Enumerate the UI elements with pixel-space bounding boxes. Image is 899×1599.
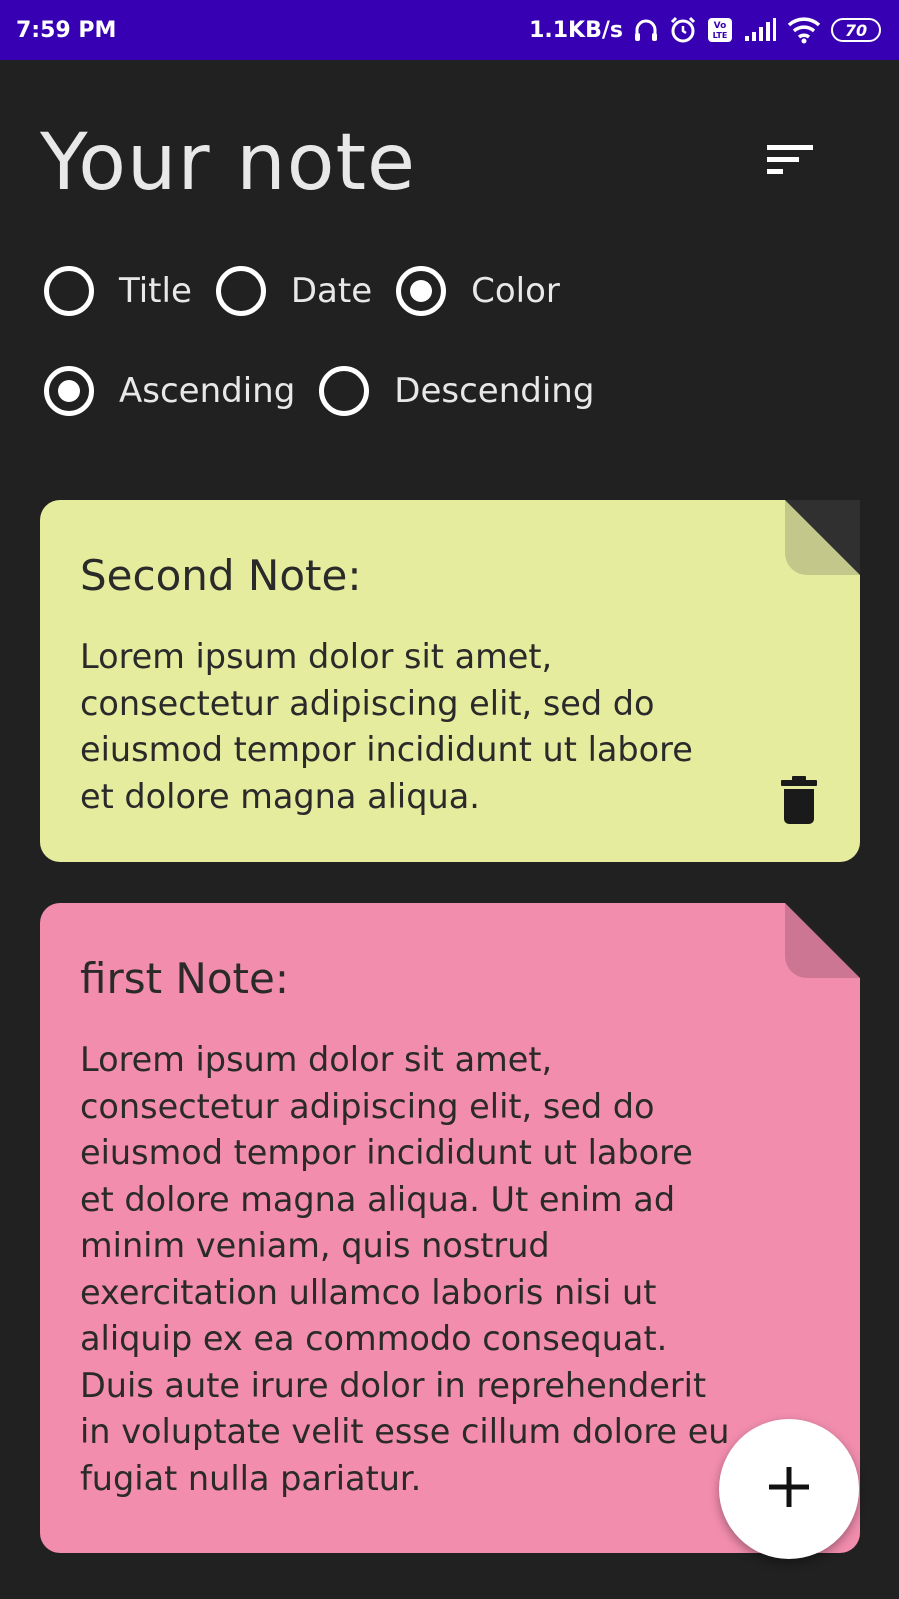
- alarm-icon: [669, 16, 697, 44]
- radio-dot: [58, 380, 80, 402]
- sort-by-group: Title Date Color: [44, 266, 584, 316]
- page-title: Your note: [40, 118, 417, 208]
- headphones-icon: [633, 17, 659, 43]
- radio-ascending[interactable]: Ascending: [44, 366, 295, 416]
- note-body: Lorem ipsum dolor sit amet, consectetur …: [80, 1040, 730, 1498]
- status-icons: 1.1KB/s Vo LTE 70: [529, 16, 881, 44]
- radio-dot: [410, 280, 433, 302]
- order-group: Ascending Descending: [44, 366, 618, 416]
- radio-button[interactable]: [215, 266, 266, 316]
- wifi-icon: [787, 16, 821, 44]
- radio-label: Descending: [394, 371, 595, 411]
- radio-descending[interactable]: Descending: [319, 366, 594, 416]
- radio-color[interactable]: Color: [396, 266, 560, 316]
- radio-button[interactable]: [319, 366, 370, 416]
- note-title: first Note:: [80, 954, 289, 1003]
- radio-date[interactable]: Date: [215, 266, 373, 316]
- radio-label: Title: [119, 271, 192, 311]
- radio-label: Color: [471, 271, 560, 311]
- network-speed: 1.1KB/s: [529, 17, 623, 43]
- signal-icon: [743, 18, 777, 42]
- radio-label: Date: [290, 271, 373, 311]
- volte-icon: Vo LTE: [707, 17, 733, 43]
- add-note-button[interactable]: [719, 1419, 859, 1559]
- delete-button[interactable]: [776, 776, 822, 828]
- radio-label: Ascending: [119, 371, 296, 411]
- note-title: Second Note:: [80, 551, 362, 600]
- radio-title[interactable]: Title: [44, 266, 192, 316]
- svg-text:Vo: Vo: [714, 21, 727, 31]
- radio-button-selected[interactable]: [396, 266, 447, 316]
- radio-button-selected[interactable]: [44, 366, 94, 416]
- battery-icon: 70: [831, 18, 881, 42]
- trash-icon: [781, 776, 817, 828]
- note-body: Lorem ipsum dolor sit amet, consectetur …: [80, 637, 693, 816]
- svg-text:LTE: LTE: [713, 31, 728, 40]
- sort-icon: [767, 143, 813, 182]
- sort-button[interactable]: [760, 132, 820, 192]
- radio-button[interactable]: [44, 266, 94, 316]
- note-card[interactable]: Second Note: Lorem ipsum dolor sit amet,…: [40, 500, 860, 862]
- status-time: 7:59 PM: [16, 17, 117, 43]
- plus-icon: [769, 1466, 809, 1512]
- status-bar: 7:59 PM 1.1KB/s Vo LTE 70: [0, 0, 899, 60]
